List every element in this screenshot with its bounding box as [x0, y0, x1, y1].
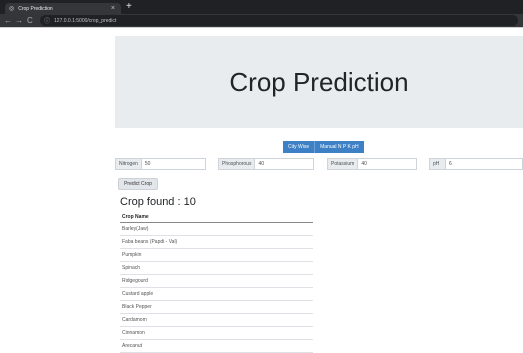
header-banner: Crop Prediction	[115, 36, 523, 128]
phosphorous-label: Phosphorous	[218, 158, 255, 170]
page-title: Crop Prediction	[229, 66, 409, 97]
table-row: Cinnamon	[120, 327, 313, 340]
crop-table: Crop Name Barley(Jaw) Faba beans (Papdi …	[120, 211, 313, 353]
site-info-icon[interactable]: ⓘ	[44, 16, 50, 25]
phosphorous-group: Phosphorous 40	[218, 158, 315, 170]
ph-input[interactable]: 6	[445, 158, 523, 170]
mode-button-group: City Wise Manual N P K pH	[283, 141, 364, 153]
toolbar-divider	[0, 27, 523, 28]
ph-group: pH 6	[429, 158, 523, 170]
table-row: Pumpkin	[120, 249, 313, 262]
crop-name-header: Crop Name	[120, 211, 313, 223]
globe-icon: ◎	[9, 5, 15, 12]
table-row: Cardamom	[120, 314, 313, 327]
reload-icon[interactable]: C	[27, 15, 33, 26]
table-row: Faba beans (Papdi - Val)	[120, 236, 313, 249]
nitrogen-input[interactable]: 50	[140, 158, 206, 170]
close-tab-icon[interactable]: ×	[111, 4, 115, 13]
url-text: 127.0.0.1:5000/crop_predict	[54, 17, 117, 24]
browser-tab[interactable]: ◎ Crop Prediction ×	[5, 3, 121, 14]
phosphorous-input[interactable]: 40	[254, 158, 315, 170]
city-wise-button[interactable]: City Wise	[283, 141, 316, 153]
table-row: Spinach	[120, 262, 313, 275]
address-bar[interactable]: ⓘ 127.0.0.1:5000/crop_predict	[40, 15, 518, 26]
new-tab-icon[interactable]: +	[126, 1, 132, 13]
crop-found-count: Crop found : 10	[120, 196, 196, 208]
table-row: Black Pepper	[120, 301, 313, 314]
browser-toolbar: ← → C ⓘ 127.0.0.1:5000/crop_predict	[0, 14, 523, 27]
table-row: Arecanut	[120, 340, 313, 353]
browser-tab-bar: ◎ Crop Prediction × +	[0, 0, 523, 14]
nitrogen-label: Nitrogen	[115, 158, 141, 170]
nitrogen-group: Nitrogen 50	[115, 158, 206, 170]
potassium-group: Potassium 40	[327, 158, 418, 170]
ph-label: pH	[429, 158, 445, 170]
predict-crop-button[interactable]: Predict Crop	[118, 178, 158, 190]
table-row: Ridgegourd	[120, 275, 313, 288]
table-row: Barley(Jaw)	[120, 223, 313, 236]
tab-title: Crop Prediction	[18, 5, 53, 12]
manual-npk-button[interactable]: Manual N P K pH	[315, 141, 364, 153]
back-icon[interactable]: ←	[4, 15, 12, 26]
forward-icon[interactable]: →	[15, 15, 23, 26]
potassium-input[interactable]: 40	[357, 158, 418, 170]
potassium-label: Potassium	[327, 158, 358, 170]
table-row: Custard apple	[120, 288, 313, 301]
